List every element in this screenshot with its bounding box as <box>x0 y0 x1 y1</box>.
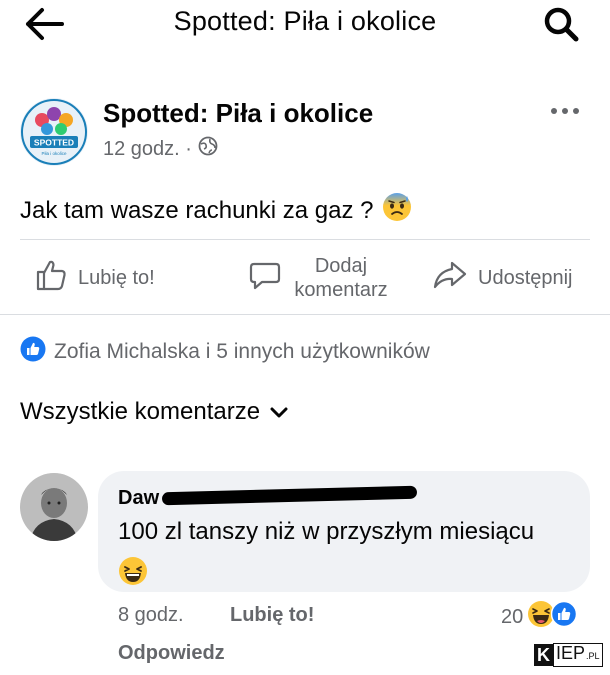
globe-icon <box>198 136 218 162</box>
avatar-logo-text: SPOTTED <box>34 138 74 148</box>
comment-author[interactable]: Daw <box>118 487 159 510</box>
comment-reaction-count: 20 <box>501 605 524 628</box>
grinning-squinting-emoji-icon <box>118 557 148 587</box>
comments-filter-dropdown[interactable]: Wszystkie komentarze <box>20 398 288 426</box>
thumbs-up-icon <box>34 258 68 298</box>
comment-button[interactable]: Dodaj komentarz <box>248 246 396 310</box>
share-button[interactable]: Udostępnij <box>432 246 573 310</box>
comment-text-content: 100 zl tanszy niż w przyszłym miesiącu <box>118 518 535 545</box>
post-header: SPOTTED Piła i okolice Spotted: Piła i o… <box>0 92 610 172</box>
commenter-avatar[interactable] <box>20 473 88 541</box>
comment-text: 100 zl tanszy niż w przyszłym miesiącu <box>118 515 538 591</box>
reactions-summary-text: Zofia Michalska i 5 innych użytkowników <box>54 340 430 363</box>
anxious-sweat-emoji-icon <box>382 192 412 229</box>
comment-button-label: Dodaj komentarz <box>294 255 388 301</box>
post-text: Jak tam wasze rachunki za gaz ? <box>20 192 412 229</box>
more-options-icon[interactable] <box>550 104 580 118</box>
kiep-watermark: K IEP .PL <box>534 643 603 667</box>
like-button-label: Lubię to! <box>78 267 155 289</box>
redaction-bar <box>161 485 418 506</box>
comment-meta: 8 godz. Lubię to! Odpowiedz 20 <box>118 600 598 664</box>
chevron-down-icon <box>270 398 288 426</box>
post-text-content: Jak tam wasze rachunki za gaz ? <box>20 196 374 224</box>
comment-reply-button[interactable]: Odpowiedz <box>118 642 225 665</box>
section-divider <box>0 314 610 315</box>
page-avatar[interactable]: SPOTTED Piła i okolice <box>20 98 88 166</box>
comment-bubble[interactable]: Daw 100 zl tanszy niż w przyszłym miesią… <box>98 471 590 592</box>
watermark-k: K <box>534 644 553 666</box>
divider <box>20 239 590 240</box>
watermark-rest: IEP <box>556 643 586 663</box>
comment-time[interactable]: 8 godz. <box>118 604 184 627</box>
reactions-summary[interactable]: Zofia Michalska i 5 innych użytkowników <box>20 336 430 368</box>
watermark-text: IEP .PL <box>553 643 603 667</box>
like-reaction-icon <box>20 336 46 368</box>
post-page-name[interactable]: Spotted: Piła i okolice <box>103 98 373 129</box>
comments-filter-label: Wszystkie komentarze <box>20 398 261 425</box>
post-meta: 12 godz. · <box>103 136 218 162</box>
top-bar: Spotted: Piła i okolice <box>0 0 610 50</box>
like-button[interactable]: Lubię to! <box>34 246 155 310</box>
share-button-label: Udostępnij <box>478 267 573 289</box>
comment-like-button[interactable]: Lubię to! <box>230 604 314 627</box>
post-time[interactable]: 12 godz. · <box>103 138 192 161</box>
search-icon[interactable] <box>540 4 584 44</box>
post-action-bar: Lubię to! Dodaj komentarz Udostępnij <box>0 246 610 310</box>
avatar-logo-subtext: Piła i okolice <box>41 151 67 156</box>
comment-reactions[interactable]: 20 <box>501 600 578 634</box>
share-arrow-icon <box>432 258 468 298</box>
comment-bubble-icon <box>248 258 282 298</box>
watermark-suffix: .PL <box>586 651 600 661</box>
like-reaction-icon <box>551 600 578 633</box>
page-title: Spotted: Piła i okolice <box>173 6 437 36</box>
